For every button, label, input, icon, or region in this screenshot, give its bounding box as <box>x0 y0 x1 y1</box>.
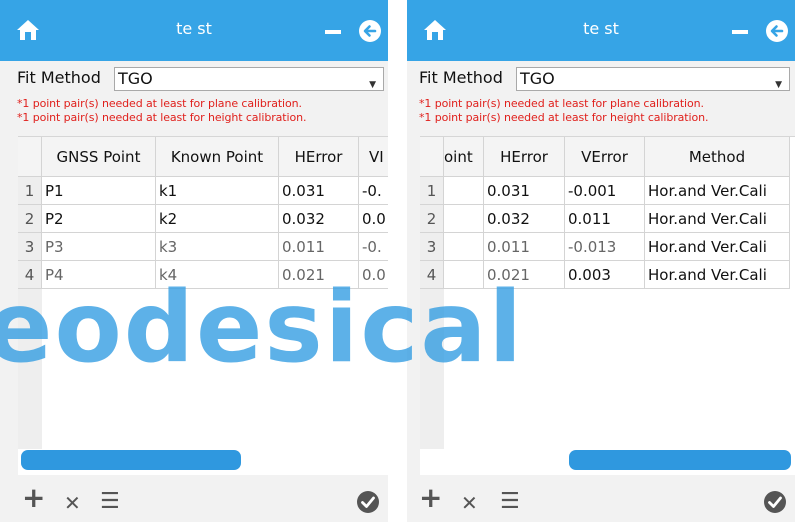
herror-cell[interactable]: 0.011 <box>484 233 565 261</box>
column-header-known-point[interactable]: Known Point <box>156 137 279 177</box>
row-number: 3 <box>420 233 444 261</box>
known-point-cell[interactable] <box>444 177 484 205</box>
verror-cell[interactable]: 0.011 <box>565 205 645 233</box>
plane-calibration-warning: *1 point pair(s) needed at least for pla… <box>17 97 302 110</box>
fit-method-label: Fit Method <box>419 68 503 87</box>
column-header-herror[interactable]: HError <box>279 137 359 177</box>
gnss-point-cell[interactable]: P3 <box>42 233 156 261</box>
height-calibration-warning: *1 point pair(s) needed at least for hei… <box>419 111 709 124</box>
column-header-known-point[interactable]: oint <box>444 137 484 177</box>
row-number: 1 <box>18 177 42 205</box>
verror-cell[interactable]: 0.0 <box>359 205 388 233</box>
list-icon[interactable]: ☰ <box>500 491 520 513</box>
verror-cell[interactable]: 0.003 <box>565 261 645 289</box>
close-icon[interactable]: ✕ <box>461 492 478 514</box>
herror-cell[interactable]: 0.031 <box>484 177 565 205</box>
plus-icon[interactable]: + <box>22 484 45 512</box>
column-header-verror[interactable]: VError <box>565 137 645 177</box>
gnss-point-cell[interactable]: P2 <box>42 205 156 233</box>
fit-method-value: TGO <box>118 69 153 88</box>
height-calibration-warning: *1 point pair(s) needed at least for hei… <box>17 111 307 124</box>
watermark: eodesical <box>0 271 525 385</box>
row-number: 1 <box>420 177 444 205</box>
fit-method-select[interactable]: TGO ▼ <box>114 67 384 91</box>
plane-calibration-warning: *1 point pair(s) needed at least for pla… <box>419 97 704 110</box>
page-title: te st <box>176 19 212 38</box>
back-arrow-icon[interactable] <box>359 20 381 42</box>
known-point-cell[interactable]: k2 <box>156 205 279 233</box>
method-cell[interactable]: Hor.and Ver.Cali <box>645 261 790 289</box>
bottom-toolbar: + ✕ ☰ <box>0 477 388 522</box>
row-number: 2 <box>18 205 42 233</box>
chevron-down-icon: ▼ <box>775 80 782 90</box>
herror-cell[interactable]: 0.011 <box>279 233 359 261</box>
verror-cell[interactable]: -0. <box>359 177 388 205</box>
calibration-panel-left: te st Fit Method TGO ▼ *1 point pair(s) … <box>0 0 388 522</box>
corner-header <box>420 137 444 177</box>
row-number: 3 <box>18 233 42 261</box>
calibration-panel-right: te st Fit Method TGO ▼ *1 point pair(s) … <box>407 0 795 522</box>
column-header-gnss-point[interactable]: GNSS Point <box>42 137 156 177</box>
list-icon[interactable]: ☰ <box>100 491 120 513</box>
verror-cell[interactable]: -0.013 <box>565 233 645 261</box>
column-header-herror[interactable]: HError <box>484 137 565 177</box>
horizontal-scrollbar[interactable] <box>21 450 241 470</box>
fit-method-value: TGO <box>520 69 555 88</box>
known-point-cell[interactable]: k1 <box>156 177 279 205</box>
known-point-cell[interactable] <box>444 233 484 261</box>
plus-icon[interactable]: + <box>419 484 442 512</box>
corner-header <box>18 137 42 177</box>
method-cell[interactable]: Hor.and Ver.Cali <box>645 177 790 205</box>
horizontal-scrollbar[interactable] <box>569 450 791 470</box>
verror-cell[interactable]: -0. <box>359 233 388 261</box>
row-number: 2 <box>420 205 444 233</box>
verror-cell[interactable]: -0.001 <box>565 177 645 205</box>
page-title: te st <box>583 19 619 38</box>
herror-cell[interactable]: 0.031 <box>279 177 359 205</box>
column-header-method[interactable]: Method <box>645 137 790 177</box>
known-point-cell[interactable] <box>444 205 484 233</box>
title-bar: te st <box>407 0 795 61</box>
check-circle-icon[interactable] <box>357 491 379 513</box>
method-cell[interactable]: Hor.and Ver.Cali <box>645 205 790 233</box>
method-cell[interactable]: Hor.and Ver.Cali <box>645 233 790 261</box>
fit-method-select[interactable]: TGO ▼ <box>516 67 790 91</box>
minus-icon[interactable] <box>732 30 748 34</box>
fit-method-label: Fit Method <box>17 68 101 87</box>
herror-cell[interactable]: 0.032 <box>279 205 359 233</box>
minus-icon[interactable] <box>325 30 341 34</box>
bottom-toolbar: + ✕ ☰ <box>407 477 795 522</box>
back-arrow-icon[interactable] <box>766 20 788 42</box>
known-point-cell[interactable]: k3 <box>156 233 279 261</box>
gnss-point-cell[interactable]: P1 <box>42 177 156 205</box>
column-header-verror[interactable]: VI <box>359 137 388 177</box>
title-bar: te st <box>0 0 388 61</box>
close-icon[interactable]: ✕ <box>64 492 81 514</box>
chevron-down-icon: ▼ <box>369 80 376 90</box>
check-circle-icon[interactable] <box>764 491 786 513</box>
herror-cell[interactable]: 0.032 <box>484 205 565 233</box>
